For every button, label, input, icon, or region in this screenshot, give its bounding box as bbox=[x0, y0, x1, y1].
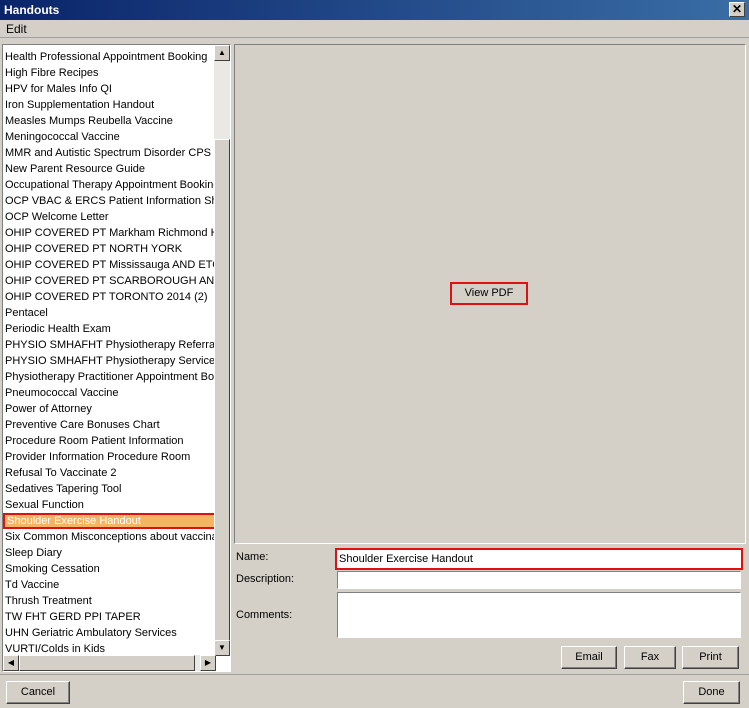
list-item[interactable]: VURTI/Colds in Kids bbox=[3, 641, 216, 656]
window-title: Handouts bbox=[4, 3, 60, 17]
name-label: Name: bbox=[236, 551, 269, 563]
list-item[interactable]: PHYSIO SMHAFHT Physiotherapy Services R bbox=[3, 353, 216, 369]
list-item[interactable]: Provider Information Procedure Room bbox=[3, 449, 216, 465]
view-pdf-button[interactable]: View PDF bbox=[450, 282, 528, 305]
description-field[interactable] bbox=[337, 571, 741, 589]
list-item[interactable]: Health Professional Appointment Booking bbox=[3, 49, 216, 65]
list-item[interactable]: Power of Attorney bbox=[3, 401, 216, 417]
list-item[interactable]: PHYSIO SMHAFHT Physiotherapy Referral Gu… bbox=[3, 337, 216, 353]
email-button[interactable]: Email bbox=[561, 646, 617, 669]
vertical-scroll-thumb[interactable] bbox=[214, 139, 230, 645]
scroll-up-icon[interactable]: ▲ bbox=[214, 45, 230, 61]
list-item[interactable]: OHIP COVERED PT Markham Richmond Hill ( bbox=[3, 225, 216, 241]
menu-edit[interactable]: Edit bbox=[6, 22, 27, 36]
pdf-preview-area: View PDF bbox=[234, 44, 746, 544]
list-item[interactable]: OCP Welcome Letter bbox=[3, 209, 216, 225]
list-item[interactable]: Smoking Cessation bbox=[3, 561, 216, 577]
fax-button[interactable]: Fax bbox=[624, 646, 676, 669]
list-item[interactable]: Pentacel bbox=[3, 305, 216, 321]
scroll-right-icon[interactable]: ▶ bbox=[200, 655, 216, 671]
cancel-button[interactable]: Cancel bbox=[6, 681, 70, 704]
vertical-scrollbar[interactable]: ▲ ▼ bbox=[214, 45, 230, 656]
list-item[interactable]: UHN Geriatric Ambulatory Services bbox=[3, 625, 216, 641]
list-item[interactable]: Meningococcal Vaccine bbox=[3, 129, 216, 145]
list-item[interactable]: Measles Mumps Reubella Vaccine bbox=[3, 113, 216, 129]
menu-bar: Edit bbox=[0, 20, 749, 38]
print-button[interactable]: Print bbox=[682, 646, 739, 669]
bottom-bar bbox=[0, 674, 749, 708]
list-item[interactable]: New Parent Resource Guide bbox=[3, 161, 216, 177]
list-item[interactable]: MMR and Autistic Spectrum Disorder CPS S… bbox=[3, 145, 216, 161]
list-item[interactable]: Sleep Diary bbox=[3, 545, 216, 561]
list-item[interactable]: Physiotherapy Practitioner Appointment B… bbox=[3, 369, 216, 385]
window-titlebar: Handouts ✕ bbox=[0, 0, 749, 20]
list-item[interactable]: OHIP COVERED PT TORONTO 2014 (2) bbox=[3, 289, 216, 305]
list-item[interactable]: OHIP COVERED PT Mississauga AND ETOBICOK… bbox=[3, 257, 216, 273]
list-item[interactable]: High Fibre Recipes bbox=[3, 65, 216, 81]
description-label: Description: bbox=[236, 573, 295, 585]
list-item[interactable]: Td Vaccine bbox=[3, 577, 216, 593]
scroll-down-icon[interactable]: ▼ bbox=[214, 640, 230, 656]
list-item[interactable]: OCP VBAC & ERCS Patient Information Shee… bbox=[3, 193, 216, 209]
list-item[interactable]: Thrush Treatment bbox=[3, 593, 216, 609]
horizontal-scrollbar[interactable]: ◀ ▶ bbox=[3, 655, 216, 671]
list-item[interactable]: Periodic Health Exam bbox=[3, 321, 216, 337]
done-button[interactable]: Done bbox=[683, 681, 740, 704]
comments-label: Comments: bbox=[236, 609, 293, 621]
close-icon[interactable]: ✕ bbox=[729, 2, 745, 17]
list-item[interactable]: Iron Supplementation Handout bbox=[3, 97, 216, 113]
handout-list-items: Health Professional Appointment Booking H… bbox=[3, 45, 216, 656]
list-item[interactable]: Sedatives Tapering Tool bbox=[3, 481, 216, 497]
horizontal-scroll-thumb[interactable] bbox=[19, 655, 195, 671]
name-field[interactable]: Shoulder Exercise Handout bbox=[335, 548, 743, 570]
list-item[interactable]: Six Common Misconceptions about vaccinat… bbox=[3, 529, 216, 545]
list-item[interactable]: TW FHT GERD PPI TAPER bbox=[3, 609, 216, 625]
list-item[interactable]: Refusal To Vaccinate 2 bbox=[3, 465, 216, 481]
list-item[interactable]: OHIP COVERED PT NORTH YORK bbox=[3, 241, 216, 257]
list-item[interactable]: Preventive Care Bonuses Chart bbox=[3, 417, 216, 433]
handout-list[interactable]: Health Professional Appointment Booking H… bbox=[2, 44, 231, 672]
list-item[interactable]: Sexual Function bbox=[3, 497, 216, 513]
comments-field[interactable] bbox=[337, 592, 741, 638]
list-item[interactable]: OHIP COVERED PT SCARBOROUGH AND EAST bbox=[3, 273, 216, 289]
list-item[interactable]: Pneumococcal Vaccine bbox=[3, 385, 216, 401]
list-item[interactable]: Procedure Room Patient Information bbox=[3, 433, 216, 449]
list-item[interactable]: HPV for Males Info QI bbox=[3, 81, 216, 97]
list-item[interactable]: Shoulder Exercise Handout bbox=[3, 513, 216, 529]
scroll-left-icon[interactable]: ◀ bbox=[3, 655, 19, 671]
list-item[interactable]: Occupational Therapy Appointment Booking bbox=[3, 177, 216, 193]
